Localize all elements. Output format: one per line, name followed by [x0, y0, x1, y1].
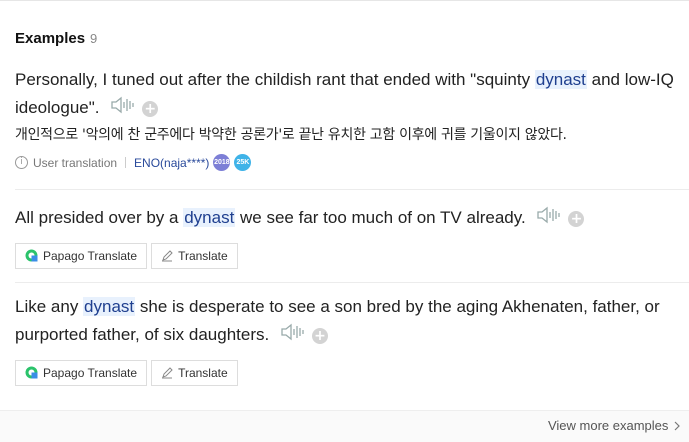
papago-translate-button[interactable]: Papago Translate	[15, 242, 148, 269]
example-item-1: Personally, I tuned out after the childi…	[15, 66, 674, 173]
sentence-text: All presided over by a	[15, 208, 184, 227]
example-sentence: Like any dynast she is desperate to see …	[15, 293, 674, 350]
section-title: Examples 9	[15, 30, 97, 47]
example-translation: 개인적으로 '악의에 찬 군주에다 박약한 공론가'로 끝난 유치한 고함 이후…	[15, 126, 567, 143]
papago-translate-label: Papago Translate	[43, 365, 138, 380]
view-more-examples-link[interactable]: View more examples	[548, 418, 680, 434]
add-to-wordbook-icon[interactable]: +	[311, 327, 328, 344]
pencil-icon	[161, 249, 173, 262]
sentence-text: Personally, I tuned out after the childi…	[15, 70, 535, 89]
speaker-icon[interactable]	[536, 205, 562, 233]
sentence-text: Like any	[15, 297, 84, 316]
source-label: User translation	[33, 155, 118, 170]
divider	[15, 282, 689, 283]
section-title-label: Examples	[15, 30, 86, 47]
pencil-icon	[161, 366, 173, 379]
chevron-right-icon	[674, 419, 680, 434]
separator	[125, 157, 127, 169]
speaker-icon[interactable]	[280, 322, 306, 350]
top-border	[0, 0, 689, 1]
user-link[interactable]: ENO(naja****)	[134, 156, 209, 170]
add-to-wordbook-icon[interactable]: +	[142, 100, 159, 117]
example-count: 9	[90, 31, 98, 46]
example-sentence: All presided over by a dynast we see far…	[15, 204, 674, 233]
example-item-2: All presided over by a dynast we see far…	[15, 204, 674, 269]
count-badge: 25K	[234, 154, 252, 172]
view-more-label: View more examples	[547, 418, 669, 433]
year-badge: 2018	[213, 154, 231, 172]
translate-button[interactable]: Translate	[151, 242, 238, 269]
papago-icon	[25, 366, 38, 379]
example-sentence: Personally, I tuned out after the childi…	[15, 66, 674, 123]
translate-buttons: Papago Translate Translate	[15, 359, 674, 386]
translate-label: Translate	[178, 365, 228, 380]
info-icon[interactable]: i	[15, 156, 28, 170]
papago-translate-button[interactable]: Papago Translate	[15, 359, 148, 386]
highlighted-word[interactable]: dynast	[183, 208, 236, 227]
divider	[15, 189, 689, 190]
highlighted-word[interactable]: dynast	[83, 297, 136, 316]
footer-bar: View more examples	[0, 410, 689, 442]
sentence-text: we see far too much of on TV already.	[235, 208, 526, 227]
examples-panel: Examples 9 Personally, I tuned out after …	[0, 0, 689, 442]
translate-buttons: Papago Translate Translate	[15, 242, 674, 269]
add-to-wordbook-icon[interactable]: +	[568, 210, 585, 227]
papago-translate-label: Papago Translate	[43, 248, 138, 263]
translate-label: Translate	[178, 248, 228, 263]
translation-meta: i User translation ENO(naja****) 2018 25…	[15, 153, 674, 173]
papago-icon	[25, 249, 38, 262]
highlighted-word[interactable]: dynast	[534, 70, 587, 89]
speaker-icon[interactable]	[110, 95, 136, 123]
example-item-3: Like any dynast she is desperate to see …	[15, 293, 674, 386]
translate-button[interactable]: Translate	[151, 359, 238, 386]
